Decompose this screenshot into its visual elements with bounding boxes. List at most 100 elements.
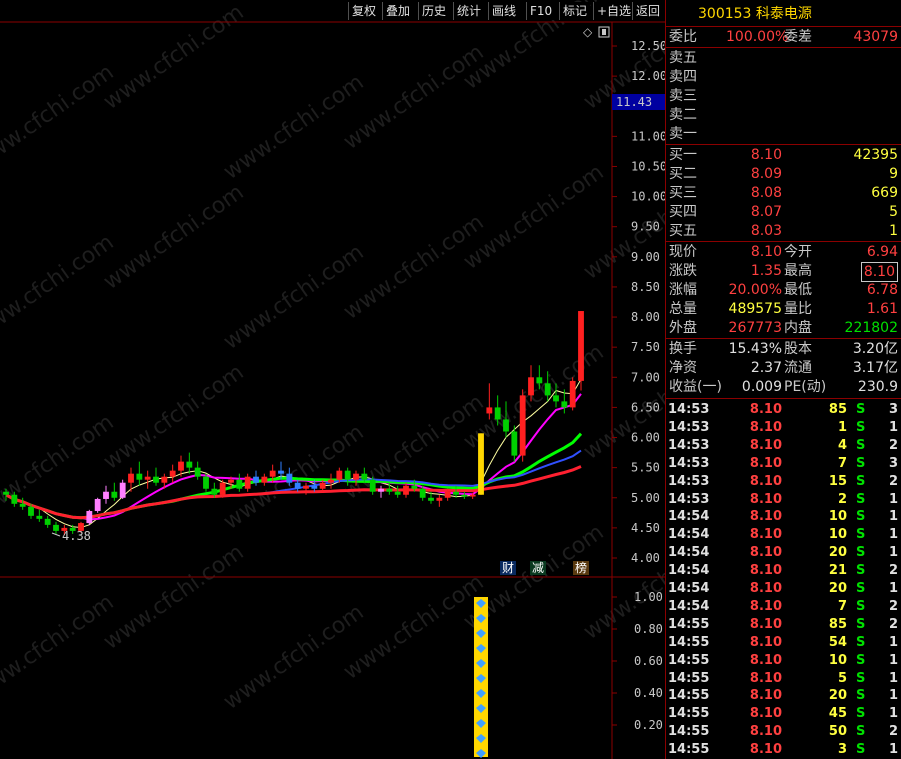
- toolbar-button-7[interactable]: +自选: [593, 2, 635, 20]
- event-tag-cai-label: 财: [502, 561, 514, 575]
- candle-body: [36, 515, 43, 519]
- watermark-text: www.cfchi.com: [219, 600, 368, 715]
- tick-row[interactable]: 14:53 8.10 2 S 1: [666, 491, 901, 509]
- event-tag-jian-label: 减: [532, 561, 544, 575]
- tick-volume: 3: [837, 742, 847, 758]
- ask-label: 卖一: [669, 126, 697, 142]
- tick-row[interactable]: 14:53 8.10 4 S 2: [666, 437, 901, 455]
- tick-time: 14:55: [668, 652, 710, 668]
- tick-row[interactable]: 14:55 8.10 10 S 1: [666, 652, 901, 670]
- toolbar-button-5[interactable]: F10: [526, 2, 556, 20]
- watermark-text: www.cfchi.com: [99, 540, 248, 655]
- ask-row[interactable]: 卖一: [666, 125, 901, 143]
- candle-body: [44, 518, 51, 525]
- fundamental-row: 净资 2.37 流通 3.17亿: [666, 359, 901, 377]
- candle-body: [428, 497, 434, 501]
- bid-label: 买二: [669, 166, 697, 182]
- tick-row[interactable]: 14:55 8.10 54 S 1: [666, 634, 901, 652]
- tick-row[interactable]: 14:54 8.10 10 S 1: [666, 526, 901, 544]
- candle-body: [53, 524, 59, 531]
- bid-label: 买一: [669, 147, 697, 163]
- bid-label: 买五: [669, 223, 697, 239]
- kline-chart-svg[interactable]: www.cfchi.comwww.cfchi.comwww.cfchi.comw…: [0, 0, 665, 759]
- toolbar-button-3[interactable]: 统计: [453, 2, 485, 20]
- price-tick-label: 12.00: [631, 69, 665, 83]
- tick-row[interactable]: 14:53 8.10 85 S 3: [666, 401, 901, 419]
- toolbar-button-0[interactable]: 复权: [348, 2, 380, 20]
- tick-price: 8.10: [749, 563, 782, 579]
- candle-body: [219, 482, 226, 495]
- candle-body: [128, 473, 134, 483]
- tick-row[interactable]: 14:55 8.10 45 S 1: [666, 705, 901, 723]
- quote-label: 涨幅: [669, 282, 697, 298]
- price-tick-label: 8.50: [631, 280, 660, 294]
- tick-volume: 20: [828, 545, 847, 561]
- tick-row[interactable]: 14:54 8.10 20 S 1: [666, 544, 901, 562]
- candle-body: [386, 488, 393, 492]
- toolbar-button-6[interactable]: 标记: [559, 2, 591, 20]
- price-tick-label: 11.00: [631, 129, 665, 143]
- tick-side: S: [856, 527, 866, 543]
- toolbar-button-2[interactable]: 历史: [418, 2, 450, 20]
- watermark-text: www.cfchi.com: [459, 160, 608, 275]
- quote-label: 涨跌: [669, 263, 697, 279]
- tick-row[interactable]: 14:55 8.10 50 S 2: [666, 723, 901, 741]
- tick-row[interactable]: 14:55 8.10 5 S 1: [666, 670, 901, 688]
- ask-row[interactable]: 卖三: [666, 87, 901, 105]
- tick-count: 2: [888, 616, 898, 632]
- candle-body: [544, 383, 551, 396]
- toolbar-button-4[interactable]: 画线: [488, 2, 520, 20]
- quote-value-2: 8.10: [860, 262, 898, 282]
- tick-price: 8.10: [749, 634, 782, 650]
- ask-row[interactable]: 卖四: [666, 68, 901, 86]
- tick-side: S: [856, 419, 866, 435]
- tick-row[interactable]: 14:53 8.10 1 S 1: [666, 419, 901, 437]
- fundamental-row: 换手 15.43% 股本 3.20亿: [666, 340, 901, 358]
- candle-body: [303, 485, 309, 489]
- bid-row[interactable]: 买五 8.03 1: [666, 222, 901, 240]
- tick-row[interactable]: 14:54 8.10 21 S 2: [666, 562, 901, 580]
- quote-label-2: 量比: [784, 301, 812, 317]
- tick-volume: 5: [837, 670, 847, 686]
- candle-body: [444, 491, 451, 498]
- bid-volume: 9: [889, 166, 898, 182]
- candle-body: [453, 491, 459, 495]
- bid-row[interactable]: 买二 8.09 9: [666, 165, 901, 183]
- candle-body: [153, 476, 159, 483]
- tick-row[interactable]: 14:53 8.10 7 S 3: [666, 455, 901, 473]
- tick-price: 8.10: [749, 670, 782, 686]
- quote-value: 267773: [728, 320, 782, 336]
- kline-chart-area[interactable]: www.cfchi.com www.cfchi.com www.cfchi.com w…: [0, 0, 665, 759]
- ask-row[interactable]: 卖五: [666, 49, 901, 67]
- bid-volume: 5: [889, 204, 898, 220]
- toolbar-button-1[interactable]: 叠加: [382, 2, 414, 20]
- bid-row[interactable]: 买四 8.07 5: [666, 203, 901, 221]
- candle-body: [328, 479, 334, 483]
- candle-body: [244, 476, 251, 489]
- tick-volume: 10: [828, 527, 847, 543]
- candle-body: [3, 491, 9, 495]
- toolbar-button-8[interactable]: 返回: [632, 2, 664, 20]
- stock-title[interactable]: 300153 科泰电源: [666, 4, 901, 24]
- bid-price: 8.03: [750, 223, 782, 239]
- bid-row[interactable]: 买一 8.10 42395: [666, 146, 901, 164]
- bid-row[interactable]: 买三 8.08 669: [666, 184, 901, 202]
- sub-tick-label: 0.80: [634, 622, 663, 636]
- tick-count: 1: [888, 706, 898, 722]
- tick-row[interactable]: 14:53 8.10 15 S 2: [666, 473, 901, 491]
- tick-row[interactable]: 14:54 8.10 7 S 2: [666, 598, 901, 616]
- candle-body: [353, 473, 359, 480]
- tick-row[interactable]: 14:55 8.10 85 S 2: [666, 616, 901, 634]
- candle-body: [478, 433, 484, 495]
- diamond-icon[interactable]: ◇: [583, 25, 593, 39]
- bid-price: 8.09: [750, 166, 782, 182]
- tick-row[interactable]: 14:55 8.10 3 S 1: [666, 741, 901, 759]
- price-tick-label: 5.00: [631, 491, 660, 505]
- candle-body: [211, 488, 218, 495]
- ask-row[interactable]: 卖二: [666, 106, 901, 124]
- tick-row[interactable]: 14:54 8.10 20 S 1: [666, 580, 901, 598]
- tick-row[interactable]: 14:54 8.10 10 S 1: [666, 508, 901, 526]
- tick-side: S: [856, 545, 866, 561]
- candle-body: [119, 482, 126, 498]
- tick-row[interactable]: 14:55 8.10 20 S 1: [666, 687, 901, 705]
